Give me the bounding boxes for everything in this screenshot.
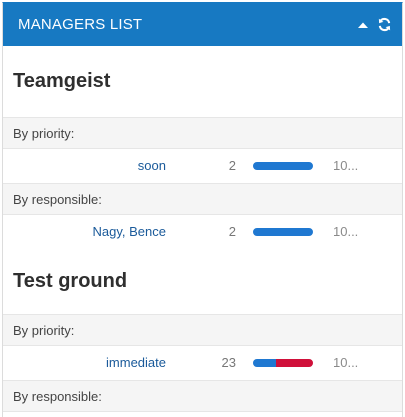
progress-bar — [253, 228, 313, 236]
caret-up-icon[interactable] — [357, 21, 369, 29]
row-name-link[interactable]: Nagy, Bence — [93, 215, 166, 249]
header-tools — [357, 17, 392, 32]
table-row: immediate 23 10... — [3, 346, 402, 380]
progress-segment-blue — [253, 228, 313, 236]
progress-segment-blue — [253, 359, 276, 367]
row-name-link[interactable]: soon — [138, 149, 166, 183]
row-total: 10... — [333, 224, 359, 239]
group-label: By priority: — [3, 117, 402, 149]
table-row: Nagy, Bence 2 10... — [3, 215, 402, 249]
row-total: 10... — [333, 158, 359, 173]
group-label: By responsible: — [3, 380, 402, 412]
row-name-link[interactable]: immediate — [106, 346, 166, 380]
row-count: 2 — [228, 224, 236, 239]
progress-bar — [253, 359, 313, 367]
refresh-icon[interactable] — [377, 17, 392, 32]
managers-list-widget: MANAGERS LIST Teamgeist By priority: soo… — [2, 2, 403, 417]
progress-segment-blue — [253, 162, 313, 170]
progress-bar — [253, 162, 313, 170]
project-title: Test ground — [13, 270, 128, 292]
project-section: Test ground By priority: immediate 23 10… — [3, 249, 402, 412]
widget-header: MANAGERS LIST — [3, 3, 402, 46]
project-title: Teamgeist — [13, 70, 111, 92]
project-section: Teamgeist By priority: soon 2 10... By r… — [3, 46, 402, 249]
group-label: By priority: — [3, 314, 402, 346]
row-count: 23 — [221, 355, 236, 370]
row-count: 2 — [228, 158, 236, 173]
row-total: 10... — [333, 355, 359, 370]
table-row: soon 2 10... — [3, 149, 402, 183]
widget-title: MANAGERS LIST — [18, 16, 143, 33]
group-label: By responsible: — [3, 183, 402, 215]
progress-segment-red — [275, 359, 313, 367]
